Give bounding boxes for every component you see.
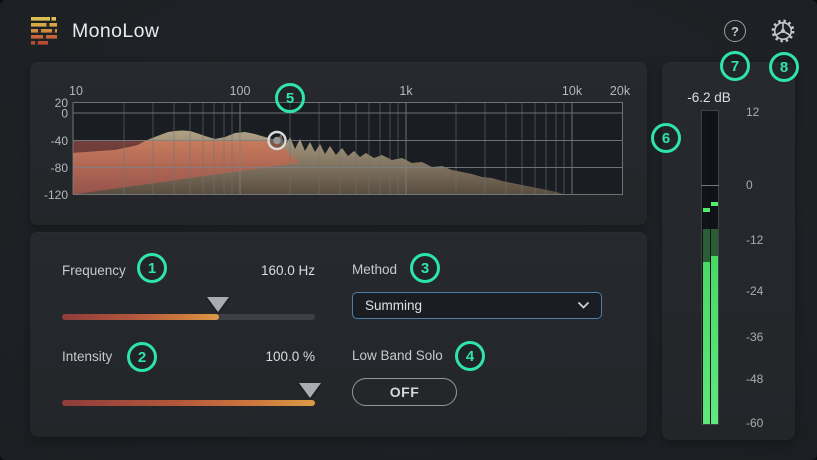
low-band-solo-label: Low Band Solo <box>352 348 443 363</box>
db-tick-label: -80 <box>51 161 69 175</box>
rms-level-left <box>703 262 710 424</box>
frequency-slider-fill <box>62 314 219 320</box>
intensity-slider-fill <box>62 400 315 406</box>
peak-band-left <box>703 229 710 262</box>
frequency-label: Frequency <box>62 263 126 278</box>
meter-scale-label: -60 <box>746 416 763 430</box>
spectrum-display-panel: 10 100 1k 10k 20k 20 0 -40 -80 -120 <box>30 62 647 225</box>
meter-scale-label: -36 <box>746 330 763 344</box>
meter-scale-label: 12 <box>746 105 759 119</box>
low-band-solo-state: OFF <box>390 384 420 400</box>
crossover-node[interactable] <box>269 132 286 149</box>
freq-tick-label: 10 <box>69 84 83 98</box>
peak-hold-right <box>711 202 718 206</box>
meter-scale-label: -48 <box>746 372 763 386</box>
db-tick-label: -40 <box>51 134 69 148</box>
help-button[interactable]: ? <box>724 20 746 42</box>
freq-tick-label: 20k <box>610 84 631 98</box>
db-tick-label: 0 <box>61 107 68 121</box>
callout-8: 8 <box>769 52 799 82</box>
peak-hold-left <box>703 208 710 212</box>
intensity-slider-handle[interactable] <box>299 383 321 398</box>
frequency-slider[interactable] <box>62 314 315 320</box>
plugin-window: MonoLow ? <box>0 0 817 460</box>
meter-channel-right <box>711 111 718 424</box>
meter-scale-label: 0 <box>746 178 753 192</box>
level-meter <box>702 111 718 424</box>
callout-2: 2 <box>127 342 157 372</box>
spectrum-analyzer: 10 100 1k 10k 20k 20 0 -40 -80 -120 <box>30 62 647 225</box>
meter-readout: -6.2 dB <box>662 90 756 105</box>
freq-tick-label: 10k <box>562 84 583 98</box>
freq-tick-label: 100 <box>230 84 251 98</box>
intensity-slider[interactable] <box>62 400 315 406</box>
meter-scale-label: -24 <box>746 284 763 298</box>
meter-zero-line <box>701 185 719 186</box>
controls-panel: Frequency 160.0 Hz Intensity 100.0 % Met… <box>30 232 647 437</box>
question-mark-icon: ? <box>731 24 739 39</box>
callout-6: 6 <box>651 123 681 153</box>
intensity-label: Intensity <box>62 349 112 364</box>
rms-level-right <box>711 256 718 424</box>
callout-7: 7 <box>720 51 750 81</box>
frequency-value: 160.0 Hz <box>261 263 315 278</box>
frequency-slider-handle[interactable] <box>207 297 229 312</box>
meter-channel-left <box>703 111 710 424</box>
callout-5: 5 <box>275 83 305 113</box>
callout-1: 1 <box>137 253 167 283</box>
settings-button[interactable] <box>769 17 797 45</box>
intensity-value: 100.0 % <box>265 349 315 364</box>
freq-tick-label: 1k <box>399 84 413 98</box>
page-title: MonoLow <box>72 20 159 43</box>
method-selected-value: Summing <box>365 298 422 313</box>
low-band-solo-button[interactable]: OFF <box>352 378 457 406</box>
gear-icon <box>773 21 793 41</box>
izotope-logo-icon <box>30 16 58 46</box>
chevron-down-icon <box>578 302 589 309</box>
callout-4: 4 <box>455 341 485 371</box>
meter-scale-label: -12 <box>746 233 763 247</box>
method-label: Method <box>352 262 397 277</box>
db-tick-label: -120 <box>44 188 68 202</box>
method-dropdown[interactable]: Summing <box>352 292 602 319</box>
peak-band-right <box>711 229 718 256</box>
callout-3: 3 <box>410 253 440 283</box>
output-meter-panel: -6.2 dB 12 0 -12 -24 -36 -48 -60 <box>662 62 795 440</box>
